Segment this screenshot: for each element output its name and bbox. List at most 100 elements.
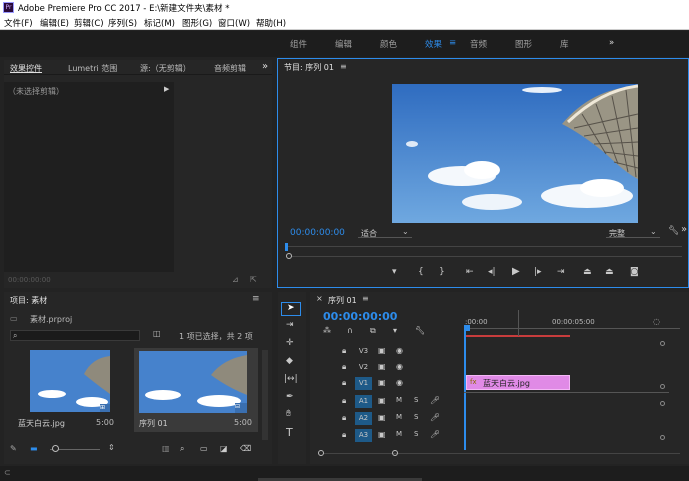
step-back-icon[interactable]: ◂| <box>488 267 496 277</box>
lock-icon[interactable]: 🔒︎ <box>342 378 346 388</box>
more-workspaces-icon[interactable]: » <box>609 38 614 48</box>
project-item-image[interactable]: ⊞ 蓝天白云.jpg 5:00 <box>10 350 114 430</box>
menu-sequence[interactable]: 序列(S) <box>108 17 137 29</box>
track-header-v2[interactable]: 🔒︎ V2 ▣ ◉ <box>310 359 460 376</box>
wrench-icon[interactable]: 🔧︎ <box>668 226 679 236</box>
mute-toggle[interactable]: M <box>396 396 402 404</box>
mute-toggle[interactable]: M <box>396 413 402 421</box>
new-bin-icon[interactable]: ▭ <box>200 444 208 453</box>
new-item-icon[interactable]: ◪ <box>220 444 228 453</box>
eye-icon[interactable]: ◉ <box>396 346 403 355</box>
menu-clip[interactable]: 剪辑(C) <box>74 17 104 29</box>
lock-icon[interactable]: 🔒︎ <box>342 413 346 423</box>
workspace-menu-icon[interactable]: ≡ <box>449 38 456 48</box>
tab-audio-clip-mixer[interactable]: 音频剪辑 <box>214 63 246 74</box>
workspace-tab-graphics[interactable]: 图形 <box>515 38 532 50</box>
workspace-tab-audio[interactable]: 音频 <box>470 38 487 50</box>
new-search-bin-icon[interactable]: ◫ <box>153 329 161 338</box>
filter-icon[interactable]: ⊿ <box>232 275 239 284</box>
vscroll-handle[interactable] <box>660 435 665 440</box>
sync-lock-icon[interactable]: ▣ <box>378 396 386 405</box>
panel-overflow-icon[interactable]: » <box>262 61 268 72</box>
mark-out-icon[interactable]: } <box>439 267 445 277</box>
menu-window[interactable]: 窗口(W) <box>218 17 250 29</box>
sort-icon[interactable]: ⇕ <box>108 443 115 452</box>
solo-toggle[interactable]: S <box>414 413 418 421</box>
zoom-level-select[interactable]: 适合 ⌄ <box>358 227 412 238</box>
voice-over-mic-icon[interactable]: 🎤︎ <box>430 413 440 422</box>
lift-icon[interactable]: ⏏ <box>583 267 592 277</box>
thumbnail-size-slider[interactable] <box>50 445 100 453</box>
playback-resolution-select[interactable]: 完整 ⌄ <box>606 227 660 238</box>
hand-tool-icon[interactable]: ✋︎ <box>286 409 291 419</box>
timeline-settings-wrench-icon[interactable]: 🔧︎ <box>415 326 425 335</box>
list-view-icon[interactable]: ▬ <box>30 444 38 453</box>
track-header-v3[interactable]: 🔒︎ V3 ▣ ◉ <box>310 343 460 360</box>
mute-toggle[interactable]: M <box>396 430 402 438</box>
linked-selection-icon[interactable]: ⧉ <box>370 326 376 336</box>
track-header-v1[interactable]: 🔒︎ V1 ▣ ◉ <box>310 375 460 392</box>
program-menu-icon[interactable]: ≡ <box>340 62 347 71</box>
vscroll-handle[interactable] <box>660 401 665 406</box>
track-header-a1[interactable]: 🔒︎ A1 ▣ M S 🎤︎ <box>310 393 460 410</box>
sync-lock-icon[interactable]: ▣ <box>378 430 386 439</box>
project-scrollbar[interactable] <box>262 350 268 440</box>
track-select-tool-icon[interactable]: ⇥ <box>286 320 294 330</box>
slip-tool-icon[interactable]: |↔| <box>284 374 298 384</box>
lock-icon[interactable]: 🔒︎ <box>342 396 346 406</box>
menu-marker[interactable]: 标记(M) <box>144 17 175 29</box>
sync-lock-icon[interactable]: ▣ <box>378 378 386 387</box>
track-label-a1[interactable]: A1 <box>355 395 372 408</box>
type-tool-icon[interactable]: T <box>286 426 293 439</box>
pen-tool-icon[interactable]: ✒ <box>286 392 294 402</box>
add-marker-icon[interactable]: ▾ <box>392 267 397 277</box>
add-marker-icon[interactable]: ▾ <box>393 326 397 335</box>
sync-lock-icon[interactable]: ▣ <box>378 362 386 371</box>
menu-graphics[interactable]: 图形(G) <box>182 17 212 29</box>
extract-icon[interactable]: ⏏ <box>605 267 614 277</box>
track-label-a2[interactable]: A2 <box>355 412 372 425</box>
mark-in-icon[interactable]: { <box>418 267 424 277</box>
find-icon[interactable]: ⌕ <box>180 444 184 454</box>
lock-icon[interactable]: 🔒︎ <box>342 430 346 440</box>
workspace-tab-effects[interactable]: 效果 <box>425 38 442 50</box>
project-search-input[interactable]: ⌕ <box>10 330 140 341</box>
workspace-tab-assembly[interactable]: 组件 <box>290 38 307 50</box>
workspace-tab-color[interactable]: 颜色 <box>380 38 397 50</box>
workspace-tab-editing[interactable]: 编辑 <box>335 38 352 50</box>
playhead-marker[interactable] <box>285 243 288 251</box>
ruler-end-handle-icon[interactable]: ◌ <box>653 317 660 326</box>
solo-toggle[interactable]: S <box>414 430 418 438</box>
track-label-v3[interactable]: V3 <box>355 345 372 358</box>
tab-effect-controls[interactable]: 效果控件 <box>10 63 42 74</box>
track-label-v2[interactable]: V2 <box>355 361 372 374</box>
vscroll-handle[interactable] <box>660 341 665 346</box>
play-arrow-icon[interactable]: ▶ <box>164 85 169 93</box>
play-icon[interactable]: ▶ <box>512 266 520 277</box>
ripple-edit-tool-icon[interactable]: ✛ <box>286 338 294 348</box>
track-label-a3[interactable]: A3 <box>355 429 372 442</box>
vscroll-handle[interactable] <box>660 384 665 389</box>
nest-snap-icon[interactable]: ⁂ <box>323 326 331 335</box>
eye-icon[interactable]: ◉ <box>396 362 403 371</box>
solo-toggle[interactable]: S <box>414 396 418 404</box>
lock-icon[interactable]: 🔒︎ <box>342 346 346 356</box>
workspace-tab-libraries[interactable]: 库 <box>560 38 569 50</box>
project-menu-icon[interactable]: ≡ <box>252 294 260 304</box>
selection-tool[interactable]: ➤ <box>281 302 301 316</box>
go-to-out-icon[interactable]: ⇥ <box>557 267 565 277</box>
project-item-sequence[interactable]: ⊟ 序列 01 5:00 <box>134 348 258 432</box>
step-forward-icon[interactable]: |▸ <box>534 267 542 277</box>
snap-magnet-icon[interactable]: ∩ <box>347 326 353 335</box>
timeline-hscroll[interactable] <box>318 449 682 457</box>
menu-edit[interactable]: 编辑(E) <box>40 17 69 29</box>
track-label-v1[interactable]: V1 <box>355 377 372 390</box>
timeline-menu-icon[interactable]: ≡ <box>362 294 369 303</box>
timeline-timecode[interactable]: 00:00:00:00 <box>323 310 397 323</box>
program-timecode[interactable]: 00:00:00:00 <box>290 228 345 238</box>
tab-source[interactable]: 源:（无剪辑） <box>140 63 191 74</box>
trash-icon[interactable]: ⌫ <box>240 444 251 453</box>
go-to-in-icon[interactable]: ⇤ <box>466 267 474 277</box>
sync-lock-icon[interactable]: ▣ <box>378 413 386 422</box>
export-frame-camera-icon[interactable]: ◙ <box>630 267 639 277</box>
